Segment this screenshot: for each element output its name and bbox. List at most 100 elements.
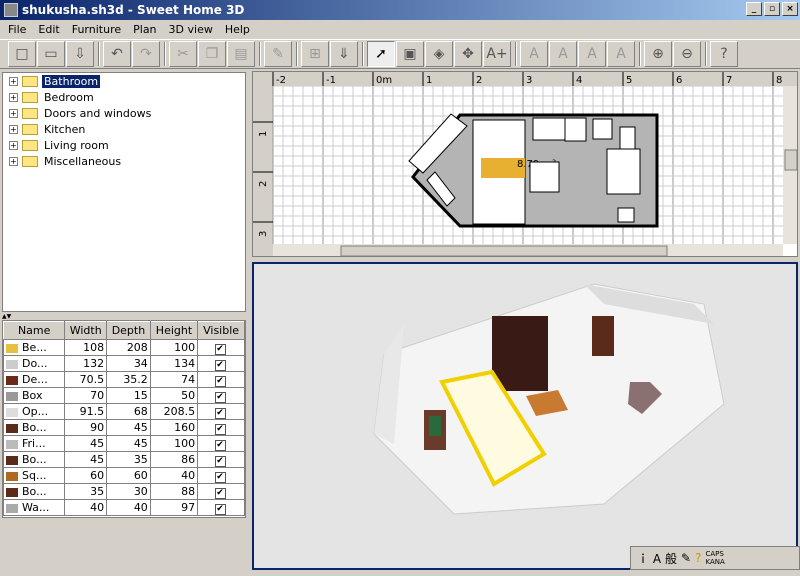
create-walls-button[interactable]: ▣ — [396, 41, 424, 67]
copy-button[interactable]: ❐ — [198, 41, 226, 67]
increase-text-button[interactable]: A — [549, 41, 577, 67]
catalog-category[interactable]: + Living room — [3, 137, 245, 153]
expand-icon[interactable]: + — [9, 108, 18, 118]
table-row[interactable]: Bo... 90 45 160 ✔ — [2, 419, 245, 436]
copy-icon: ❐ — [205, 46, 219, 62]
cell-name: Bo... — [2, 419, 66, 436]
help-icon: ? — [720, 46, 728, 62]
import-furniture-button[interactable]: ⇓ — [330, 41, 358, 67]
create-rooms-button[interactable]: ◈ — [425, 41, 453, 67]
cut-button[interactable]: ✂ — [169, 41, 197, 67]
minimize-button[interactable]: _ — [746, 2, 762, 16]
menu-file[interactable]: File — [2, 23, 32, 36]
catalog-category[interactable]: + Bedroom — [3, 89, 245, 105]
add-furniture-button[interactable]: ⊞ — [301, 41, 329, 67]
expand-icon[interactable]: + — [9, 92, 18, 102]
y-ruler-label: 1 — [258, 131, 269, 137]
delete-icon: ✎ — [272, 46, 284, 62]
open-button[interactable]: ▭ — [37, 41, 65, 67]
redo-button[interactable]: ↷ — [132, 41, 160, 67]
expand-icon[interactable]: + — [9, 156, 18, 166]
column-header-depth[interactable]: Depth — [106, 321, 151, 340]
catalog-category[interactable]: + Kitchen — [3, 121, 245, 137]
table-row[interactable]: Bo... 45 35 86 ✔ — [2, 451, 245, 468]
column-header-visible[interactable]: Visible — [197, 321, 245, 340]
cell-visible: ✔ — [197, 403, 245, 420]
visible-checkbox[interactable]: ✔ — [214, 375, 226, 387]
close-button[interactable]: × — [782, 2, 798, 16]
undo-icon: ↶ — [111, 46, 123, 62]
splitter-left[interactable]: ▲▼ — [2, 313, 246, 320]
3d-canvas[interactable] — [254, 264, 796, 568]
vertical-scroll-thumb[interactable] — [784, 149, 797, 171]
table-row[interactable]: De... 70.5 35.2 74 ✔ — [2, 371, 245, 388]
new-button[interactable]: □ — [8, 41, 36, 67]
visible-checkbox[interactable]: ✔ — [214, 439, 226, 451]
table-row[interactable]: Bo... 35 30 88 ✔ — [2, 483, 245, 500]
table-row[interactable]: Do... 132 34 134 ✔ — [2, 355, 245, 372]
add-text-button[interactable]: A+ — [483, 41, 511, 67]
table-row[interactable]: Be... 108 208 100 ✔ — [2, 339, 245, 356]
column-header-width[interactable]: Width — [64, 321, 108, 340]
cell-visible: ✔ — [197, 499, 245, 516]
expand-icon[interactable]: + — [9, 76, 18, 86]
caps-indicator: CAPS — [705, 550, 724, 558]
cell-depth: 40 — [106, 499, 151, 516]
maximize-button[interactable]: ▫ — [764, 2, 780, 16]
cell-depth: 30 — [106, 483, 151, 500]
visible-checkbox[interactable]: ✔ — [214, 343, 226, 355]
category-label: Bedroom — [44, 90, 94, 104]
visible-checkbox[interactable]: ✔ — [214, 359, 226, 371]
visible-checkbox[interactable]: ✔ — [214, 471, 226, 483]
menu-edit[interactable]: Edit — [32, 23, 65, 36]
create-dimensions-button[interactable]: ✥ — [454, 41, 482, 67]
visible-checkbox[interactable]: ✔ — [214, 407, 226, 419]
column-header-height[interactable]: Height — [149, 321, 199, 340]
table-row[interactable]: Wa... 40 40 97 ✔ — [2, 499, 245, 516]
app-icon — [4, 3, 18, 17]
paste-button[interactable]: ▤ — [227, 41, 255, 67]
undo-button[interactable]: ↶ — [103, 41, 131, 67]
add-text-icon: A+ — [486, 46, 508, 62]
furniture-name: Box — [22, 389, 43, 402]
help-button[interactable]: ? — [710, 41, 738, 67]
save-button[interactable]: ⇩ — [66, 41, 94, 67]
zoom-out-button[interactable]: ⊖ — [673, 41, 701, 67]
select-button[interactable]: ➚ — [367, 41, 395, 67]
menu-3d-view[interactable]: 3D view — [163, 23, 219, 36]
plan-view[interactable]: -2-10m123456781238.79 m² — [252, 71, 798, 257]
cell-height: 88 — [149, 483, 199, 500]
plan-canvas[interactable]: -2-10m123456781238.79 m² — [253, 72, 798, 257]
horizontal-scroll-thumb[interactable] — [340, 245, 668, 256]
catalog-category[interactable]: + Doors and windows — [3, 105, 245, 121]
visible-checkbox[interactable]: ✔ — [214, 503, 226, 515]
table-row[interactable]: Op... 91.5 68 208.5 ✔ — [2, 403, 245, 420]
visible-checkbox[interactable]: ✔ — [214, 487, 226, 499]
menu-help[interactable]: Help — [219, 23, 256, 36]
ime-tools-icon[interactable]: ✎ — [681, 551, 691, 565]
furniture-table[interactable]: Name Width Depth Height Visible Be... 108 208 10… — [2, 320, 246, 518]
text-style-button[interactable]: A — [520, 41, 548, 67]
table-row[interactable]: Sq... 60 60 40 ✔ — [2, 467, 245, 484]
visible-checkbox[interactable]: ✔ — [214, 423, 226, 435]
menu-plan[interactable]: Plan — [127, 23, 162, 36]
zoom-in-button[interactable]: ⊕ — [644, 41, 672, 67]
visible-checkbox[interactable]: ✔ — [214, 391, 226, 403]
cell-visible: ✔ — [197, 355, 245, 372]
menu-furniture[interactable]: Furniture — [66, 23, 127, 36]
delete-button[interactable]: ✎ — [264, 41, 292, 67]
expand-icon[interactable]: + — [9, 124, 18, 134]
italic-text-button[interactable]: A — [607, 41, 635, 67]
furniture-catalog-tree[interactable]: + Bathroom + Bedroom + Doors and windows + Kitc… — [2, 72, 246, 312]
column-header-name[interactable]: Name — [2, 321, 66, 340]
table-row[interactable]: Box 70 15 50 ✔ — [2, 387, 245, 404]
help-icon[interactable]: ? — [695, 551, 701, 565]
catalog-category[interactable]: + Miscellaneous — [3, 153, 245, 169]
catalog-category[interactable]: + Bathroom — [3, 73, 245, 89]
visible-checkbox[interactable]: ✔ — [214, 455, 226, 467]
cell-width: 91.5 — [64, 403, 108, 420]
bold-text-button[interactable]: A — [578, 41, 606, 67]
expand-icon[interactable]: + — [9, 140, 18, 150]
3d-view[interactable] — [252, 262, 798, 570]
table-row[interactable]: Fri... 45 45 100 ✔ — [2, 435, 245, 452]
